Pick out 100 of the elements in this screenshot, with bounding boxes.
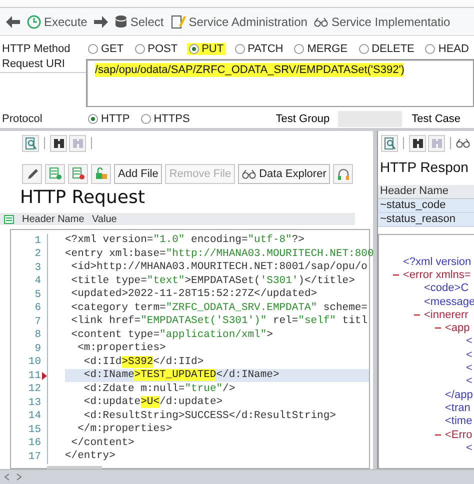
xml-tag-text: <app: [445, 322, 470, 334]
back-arrow-icon[interactable]: [6, 16, 20, 28]
radio-button[interactable]: PATCH: [232, 43, 286, 55]
line-number: 3: [34, 262, 41, 274]
binoculars-icon: [52, 137, 64, 149]
chevron-left-icon[interactable]: [4, 473, 10, 481]
test-group-field[interactable]: [338, 111, 402, 127]
radio-button[interactable]: GET: [86, 43, 126, 55]
find-button[interactable]: [381, 134, 398, 152]
delete-row-button[interactable]: [68, 164, 88, 184]
binoculars-button[interactable]: [50, 134, 67, 152]
toolbar-button[interactable]: Select: [115, 14, 164, 28]
code-line: <id>http://MHANA03.MOURITECH.NET:8001/sap/opu/o: [70, 261, 368, 274]
code-line: <title type="text">EMPDATASet('S301')</title>: [70, 274, 356, 288]
xml-tag-text: <error xmlns=: [403, 268, 471, 281]
line-number: 1: [34, 234, 41, 247]
chevron-right-icon[interactable]: [16, 473, 22, 481]
radio-button[interactable]: HEAD: [423, 43, 471, 55]
field-label: Protocol: [1, 113, 44, 125]
panel-title: HTTP Respon: [379, 159, 470, 177]
line-number: 14: [27, 410, 41, 422]
code-line: <entry xml:base="http://MHANA03.MOURITECH.NET:800: [65, 248, 374, 261]
line-number: 10: [27, 356, 41, 368]
list-add-icon: [48, 167, 62, 180]
code-line: <category term="ZRFC_ODATA_SRV.EMPDATA" scheme=: [70, 302, 368, 315]
line-number: 8: [34, 329, 41, 342]
field-label: Test Group: [276, 113, 330, 125]
field-label: HTTP Method: [1, 43, 72, 55]
pencil-icon: [26, 167, 38, 180]
code-line: </content>: [70, 436, 136, 450]
column-header: Header Name: [22, 214, 86, 224]
toolbar-button[interactable]: Execute: [27, 14, 88, 28]
unlock-button[interactable]: [91, 164, 111, 184]
radio-button[interactable]: PUT: [186, 43, 226, 55]
radio-button[interactable]: MERGE: [292, 43, 350, 55]
xml-tag-text: <: [466, 375, 472, 388]
collapse-icon[interactable]: [435, 325, 441, 332]
code-line: <updated>2022-11-28T15:52:27Z</updated>: [70, 288, 318, 302]
code-line: <content type="application/xml">: [70, 328, 274, 342]
headset-button[interactable]: [333, 164, 354, 184]
radio-button[interactable]: HTTP: [86, 113, 132, 125]
xml-tag-text: <time: [445, 415, 472, 428]
xml-tag-text: <Erro: [445, 428, 472, 440]
binoculars-icon: [72, 137, 84, 149]
collapse-icon[interactable]: [393, 272, 399, 278]
collapse-icon[interactable]: [414, 312, 420, 318]
xml-tag-text: <: [466, 362, 472, 374]
find-button[interactable]: [22, 134, 39, 152]
xml-tag-text: <?xml version: [403, 256, 472, 268]
line-number: 2: [34, 248, 41, 260]
toolbar-button[interactable]: Data Explorer: [238, 164, 330, 184]
line-number: 4: [34, 275, 41, 288]
line-number: 9: [34, 342, 41, 355]
line-number: 5: [34, 288, 41, 301]
binoculars-button[interactable]: [409, 134, 426, 152]
column-header: Value: [92, 214, 117, 224]
column-header: Header Name: [378, 185, 474, 199]
document-pen-icon: [170, 14, 186, 29]
toolbar-button[interactable]: Service Administration: [170, 14, 308, 29]
glasses-icon: [242, 168, 256, 178]
table-cell: ~status_code: [378, 199, 474, 213]
line-number: 11: [27, 370, 41, 382]
xml-tag-text: <: [466, 348, 472, 361]
glasses-icon[interactable]: [456, 138, 470, 148]
code-line: <d:ResultString>SUCCESS</d:ResultString>: [82, 410, 337, 423]
scrollbar-thumb[interactable]: [47, 466, 102, 468]
code-line: <?xml version="1.0" encoding="utf-8"?>: [65, 234, 306, 248]
code-line: <d:update>U</d:update>: [82, 396, 224, 410]
list-remove-icon: [72, 167, 84, 180]
xml-tag-text: <: [466, 335, 472, 348]
table-cell: ~status_reason: [378, 213, 474, 227]
radio-button[interactable]: POST: [132, 43, 180, 55]
line-number: 16: [27, 437, 41, 450]
headset-icon: [336, 168, 350, 180]
panel-title: HTTP Request: [19, 187, 146, 209]
code-line: <m:properties>: [76, 342, 167, 356]
line-number: 15: [27, 424, 41, 436]
radio-button[interactable]: HTTPS: [138, 113, 192, 125]
forward-arrow-icon[interactable]: [94, 16, 108, 28]
code-line: <link href="EMPDATASet('S301')" rel="self" titl: [70, 315, 368, 328]
binoculars-icon: [430, 137, 442, 149]
glasses-icon: [314, 16, 328, 26]
collapse-icon[interactable]: [435, 432, 441, 438]
document-search-icon: [384, 136, 396, 150]
xml-tag-text: <: [466, 442, 472, 454]
line-number: 13: [27, 396, 41, 409]
padlock-icon: [94, 167, 108, 180]
code-line: <d:Zdate m:null="true"/>: [82, 382, 236, 396]
code-line: </entry>: [65, 450, 116, 464]
table-settings-icon[interactable]: [4, 214, 14, 224]
toolbar-button[interactable]: Add File: [114, 164, 162, 184]
request-uri-field[interactable]: /sap/opu/odata/SAP/ZRFC_ODATA_SRV/EMPDATASet('S392'): [86, 59, 474, 107]
document-search-icon: [24, 136, 36, 150]
binoculars-icon: [412, 137, 424, 149]
line-number: 7: [34, 316, 41, 328]
code-line: </m:properties>: [76, 423, 174, 436]
toolbar-button[interactable]: Service Implementatio: [314, 14, 450, 28]
radio-button[interactable]: DELETE: [356, 43, 416, 55]
field-label: Request URI: [0, 58, 86, 73]
pencil-button[interactable]: [22, 164, 42, 184]
